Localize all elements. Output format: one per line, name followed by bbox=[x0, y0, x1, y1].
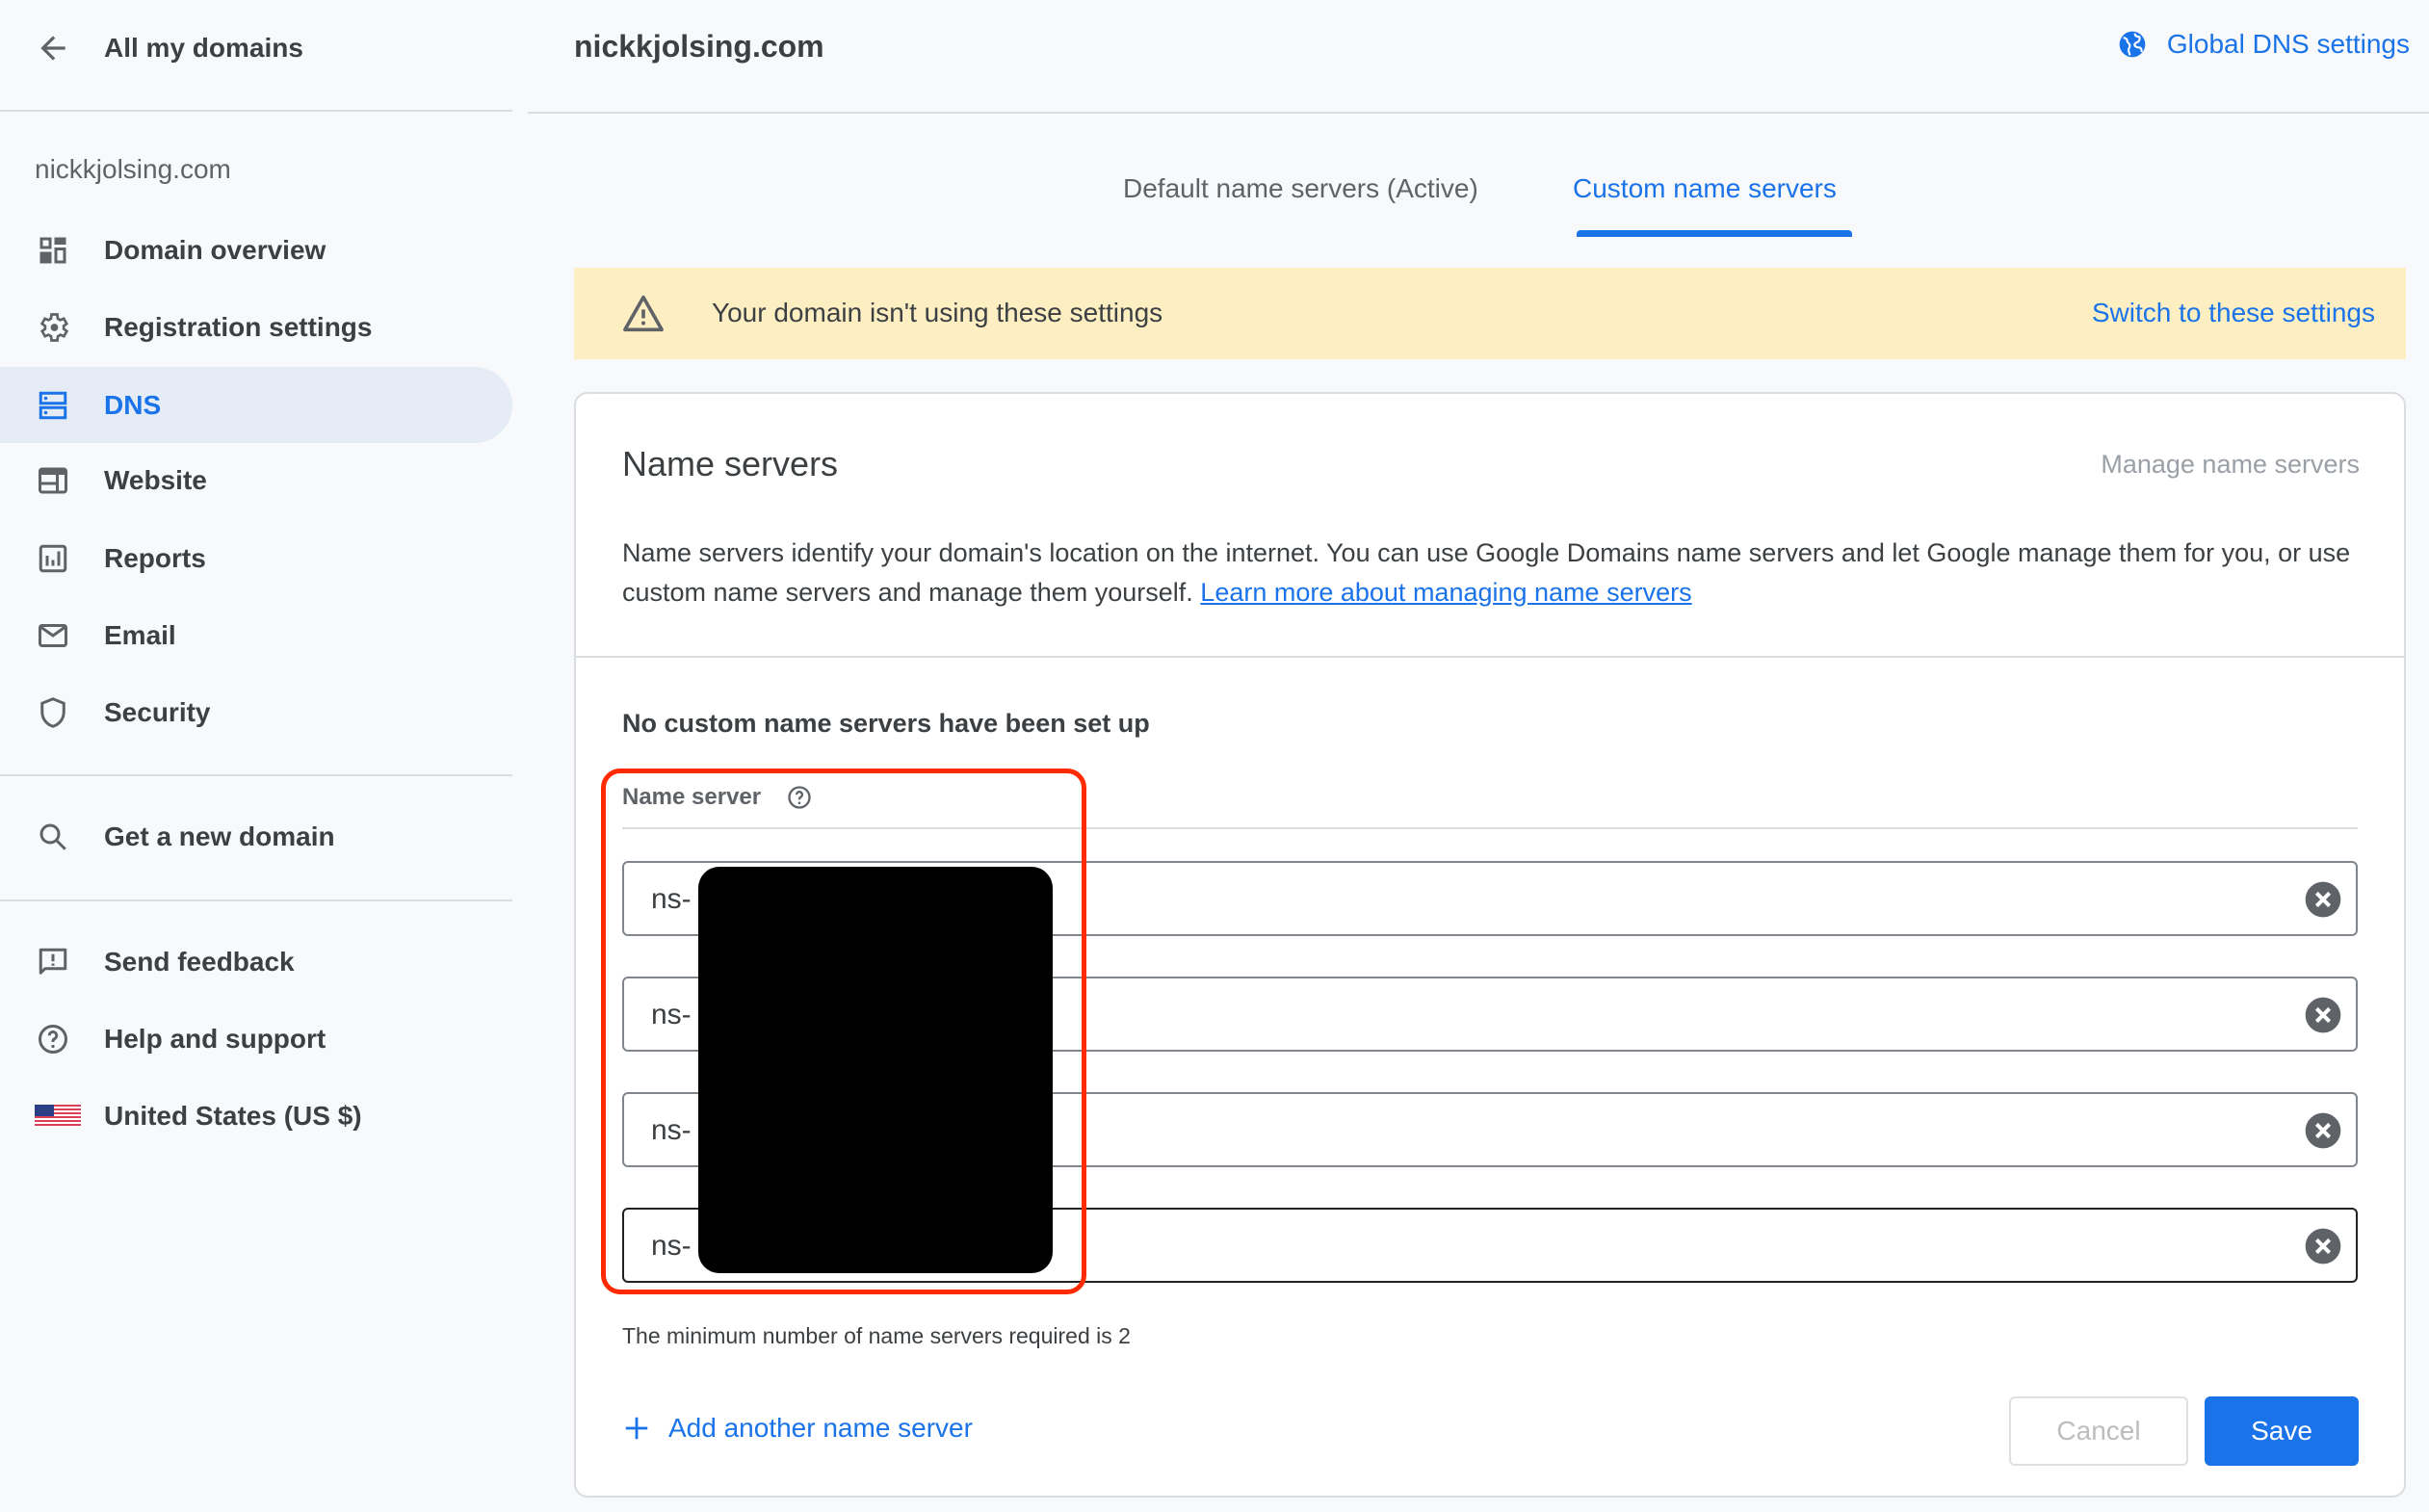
arrow-back-icon bbox=[40, 36, 65, 61]
help-icon bbox=[35, 1021, 71, 1057]
sidebar-item-get-new-domain[interactable]: Get a new domain bbox=[0, 798, 512, 874]
dashboard-icon bbox=[35, 232, 71, 269]
shield-icon bbox=[35, 694, 71, 731]
tab-custom-name-servers[interactable]: Custom name servers bbox=[1573, 173, 1837, 204]
warning-banner: Your domain isn't using these settings S… bbox=[574, 268, 2406, 359]
sidebar-item-label: Send feedback bbox=[104, 946, 295, 977]
sidebar-divider bbox=[0, 774, 512, 776]
mail-icon bbox=[35, 617, 71, 654]
header-divider bbox=[528, 112, 2429, 114]
global-dns-settings-label: Global DNS settings bbox=[2166, 29, 2410, 59]
sidebar-item-domain-overview[interactable]: Domain overview bbox=[0, 212, 512, 288]
cancel-button[interactable]: Cancel bbox=[2009, 1396, 2188, 1466]
sidebar-item-label: Security bbox=[104, 696, 211, 727]
plus-icon bbox=[625, 1417, 648, 1440]
sidebar-item-label: Domain overview bbox=[104, 234, 326, 265]
name-server-label: Name server bbox=[622, 784, 762, 810]
sidebar-divider bbox=[0, 899, 512, 901]
banner-message: Your domain isn't using these settings bbox=[712, 298, 1163, 327]
sidebar-item-label: Registration settings bbox=[104, 311, 373, 342]
all-domains-link[interactable]: All my domains bbox=[35, 27, 303, 69]
add-name-server-button[interactable]: Add another name server bbox=[622, 1413, 973, 1444]
sidebar-item-registration-settings[interactable]: Registration settings bbox=[0, 289, 512, 365]
search-icon bbox=[35, 819, 71, 855]
global-dns-settings-link[interactable]: Global DNS settings bbox=[2117, 29, 2410, 60]
manage-name-servers-link[interactable]: Manage name servers bbox=[2101, 450, 2360, 480]
sidebar-item-website[interactable]: Website bbox=[0, 442, 512, 518]
sidebar-divider bbox=[0, 110, 512, 112]
clear-icon[interactable] bbox=[2304, 1111, 2342, 1150]
bar-chart-icon bbox=[35, 540, 71, 577]
sidebar-item-send-feedback[interactable]: Send feedback bbox=[0, 924, 512, 1000]
sidebar-item-country[interactable]: United States (US $) bbox=[0, 1078, 512, 1154]
sidebar-item-label: Email bbox=[104, 619, 176, 650]
learn-more-link[interactable]: Learn more about managing name servers bbox=[1200, 578, 1691, 607]
clear-icon[interactable] bbox=[2304, 1227, 2342, 1265]
tab-default-name-servers[interactable]: Default name servers (Active) bbox=[1123, 173, 1478, 204]
helper-text: The minimum number of name servers requi… bbox=[622, 1323, 1131, 1348]
column-header-divider bbox=[622, 827, 2358, 829]
sidebar-item-label: United States (US $) bbox=[104, 1100, 362, 1131]
sidebar: All my domains nickkjolsing.com Domain o… bbox=[0, 0, 512, 1512]
sidebar-item-label: DNS bbox=[104, 389, 162, 420]
card-description: Name servers identify your domain's loca… bbox=[622, 534, 2356, 613]
all-domains-label: All my domains bbox=[104, 33, 303, 63]
sidebar-item-label: Reports bbox=[104, 542, 206, 573]
gear-icon bbox=[35, 309, 71, 346]
sidebar-domain-name: nickkjolsing.com bbox=[35, 154, 231, 184]
warning-icon bbox=[623, 295, 664, 332]
website-icon bbox=[35, 462, 71, 499]
sidebar-item-security[interactable]: Security bbox=[0, 674, 512, 750]
feedback-icon bbox=[35, 944, 71, 980]
card-title: Name servers bbox=[622, 444, 839, 483]
sidebar-item-reports[interactable]: Reports bbox=[0, 520, 512, 596]
sidebar-item-email[interactable]: Email bbox=[0, 597, 512, 673]
add-name-server-label: Add another name server bbox=[668, 1413, 973, 1443]
name-server-column-header: Name server bbox=[622, 784, 813, 811]
active-tab-indicator bbox=[1577, 230, 1852, 237]
sidebar-item-dns[interactable]: DNS bbox=[0, 367, 512, 443]
help-icon[interactable] bbox=[786, 784, 813, 811]
switch-settings-link[interactable]: Switch to these settings bbox=[2092, 298, 2375, 328]
us-flag-icon bbox=[35, 1098, 81, 1134]
dns-icon bbox=[35, 387, 71, 424]
redaction-overlay bbox=[698, 867, 1053, 1273]
sidebar-item-help-support[interactable]: Help and support bbox=[0, 1001, 512, 1077]
card-divider bbox=[576, 656, 2404, 658]
clear-icon[interactable] bbox=[2304, 996, 2342, 1034]
sidebar-item-label: Help and support bbox=[104, 1023, 326, 1054]
clear-icon[interactable] bbox=[2304, 880, 2342, 919]
globe-icon bbox=[2119, 31, 2146, 58]
card-subheading: No custom name servers have been set up bbox=[622, 709, 1150, 738]
sidebar-item-label: Website bbox=[104, 464, 207, 495]
page-title: nickkjolsing.com bbox=[574, 29, 824, 64]
save-button[interactable]: Save bbox=[2205, 1396, 2359, 1466]
sidebar-item-label: Get a new domain bbox=[104, 821, 335, 851]
